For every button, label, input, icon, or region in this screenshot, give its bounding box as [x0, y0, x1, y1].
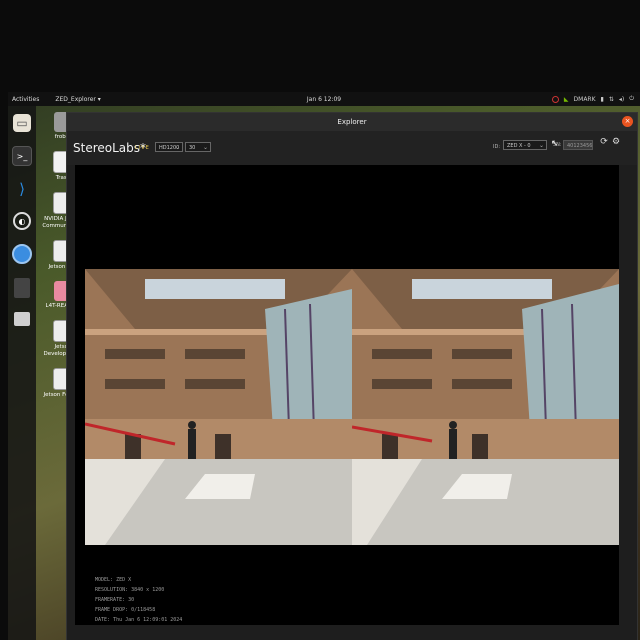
chevron-down-icon: ⌄: [174, 144, 180, 151]
files-icon[interactable]: ▭: [13, 114, 31, 132]
app-menu[interactable]: ZED_Explorer ▾: [55, 96, 100, 103]
system-tray[interactable]: ◣ DMARK ▮ ⇅ ◂) ⏻: [551, 95, 634, 103]
window-titlebar[interactable]: Explorer ×: [67, 113, 637, 131]
chevron-down-icon: ⌄: [202, 144, 208, 151]
user-label[interactable]: DMARK: [574, 96, 596, 103]
id-label: ID:: [493, 144, 501, 150]
video-panel: MODEL: ZED X RESOLUTION: 3840 x 1200 FRA…: [75, 165, 619, 625]
left-camera-image: [85, 269, 352, 545]
stereo-video-feed[interactable]: [85, 269, 619, 545]
power-icon[interactable]: ⏻: [629, 95, 634, 103]
obs-icon[interactable]: ◐: [13, 212, 31, 230]
power-mode-icon[interactable]: ▮: [601, 96, 604, 103]
nvidia-icon[interactable]: ◣: [564, 96, 569, 103]
drive-icon[interactable]: [14, 312, 30, 326]
live-badge: LIVE: [135, 145, 150, 151]
close-icon[interactable]: ×: [622, 116, 633, 127]
resolution-select[interactable]: HD1200 ⌄: [155, 142, 183, 152]
system-top-bar: Activities ZED_Explorer ▾ Jan 6 12:09 ◣ …: [8, 92, 640, 106]
activities-button[interactable]: Activities: [12, 96, 39, 103]
desktop-screen: Activities ZED_Explorer ▾ Jan 6 12:09 ◣ …: [8, 92, 640, 640]
dock: ▭ >_ ⟩ ◐: [8, 106, 36, 640]
serial-number-value: 40123456: [567, 143, 593, 149]
volume-icon[interactable]: ◂): [619, 96, 624, 103]
chevron-down-icon: ⌄: [538, 142, 544, 149]
mouse-cursor-icon: ↖: [551, 139, 559, 149]
left-camera-view: [85, 269, 352, 545]
explorer-window: Explorer × StereoLabs* LIVE HD1200 ⌄ 30 …: [66, 112, 638, 640]
fps-select[interactable]: 30 ⌄: [185, 142, 211, 152]
camera-info-panel: MODEL: ZED X RESOLUTION: 3840 x 1200 FRA…: [95, 575, 182, 625]
camera-id-value: ZED X - 0: [507, 143, 531, 149]
terminal-icon[interactable]: >_: [12, 146, 32, 166]
serial-number-field[interactable]: 40123456: [563, 140, 593, 150]
chromium-icon[interactable]: [12, 244, 32, 264]
info-framerate: FRAMERATE: 30: [95, 597, 135, 603]
refresh-icon[interactable]: ⟳: [599, 137, 609, 147]
camera-id-select[interactable]: ZED X - 0 ⌄: [503, 140, 547, 150]
right-camera-view: [352, 269, 619, 545]
network-icon[interactable]: ⇅: [609, 96, 614, 103]
record-indicator-icon[interactable]: [551, 95, 559, 103]
blank-app-icon[interactable]: [14, 278, 30, 298]
info-frame-drop: FRAME DROP: 0/118458: [95, 607, 156, 613]
fps-value: 30: [189, 145, 196, 151]
window-title: Explorer: [337, 118, 367, 126]
clock[interactable]: Jan 6 12:09: [307, 96, 341, 103]
info-date: DATE: Thu Jan 6 12:09:01 2024: [95, 617, 183, 623]
vscode-icon[interactable]: ⟩: [13, 180, 31, 198]
gear-icon[interactable]: ⚙: [611, 137, 621, 147]
right-camera-image: [352, 269, 619, 545]
info-model: MODEL: ZED X: [95, 577, 132, 583]
info-resolution: RESOLUTION: 3840 x 1200: [95, 587, 165, 593]
